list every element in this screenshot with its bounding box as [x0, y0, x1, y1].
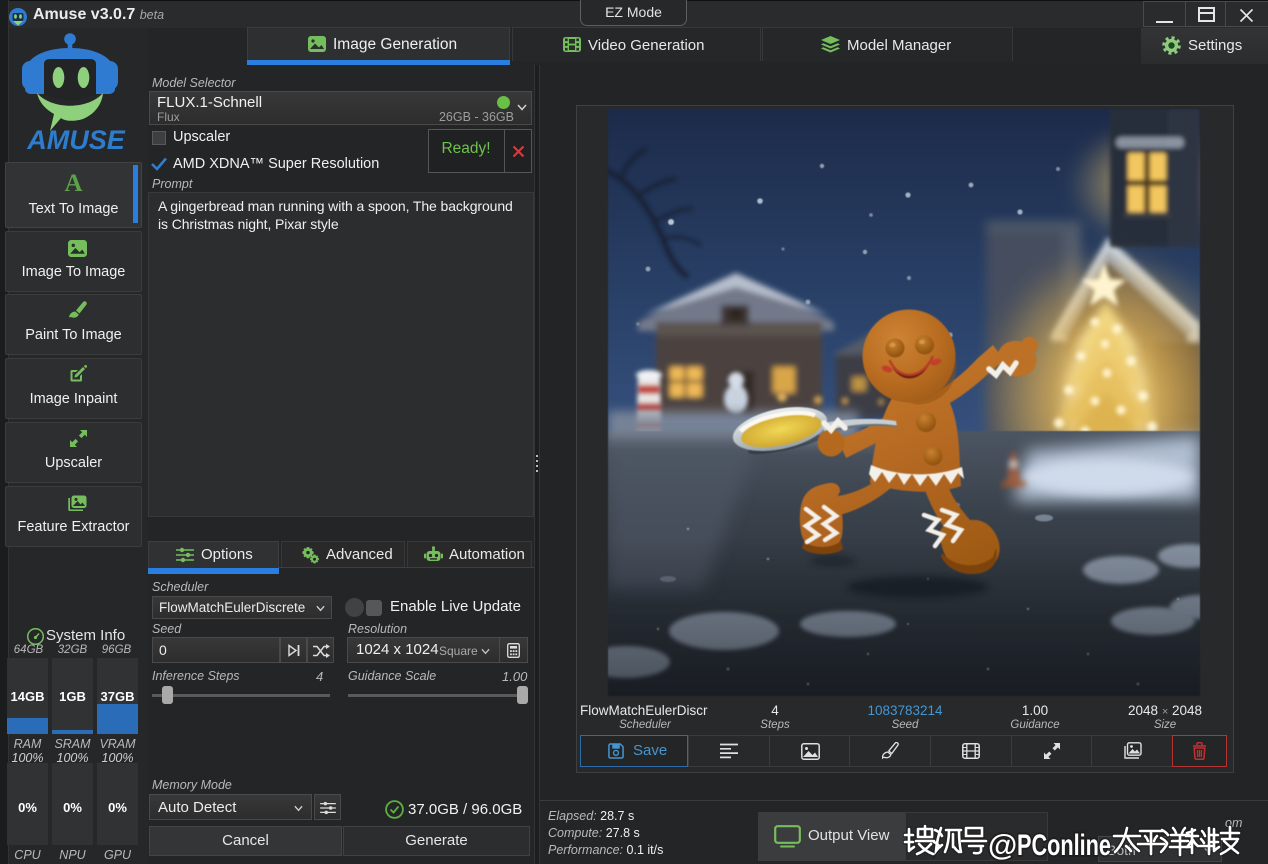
svg-text:@: @ — [988, 829, 1017, 862]
svg-text:PConline: PConline — [1017, 829, 1111, 862]
svg-text:AMUSE: AMUSE — [26, 125, 125, 154]
